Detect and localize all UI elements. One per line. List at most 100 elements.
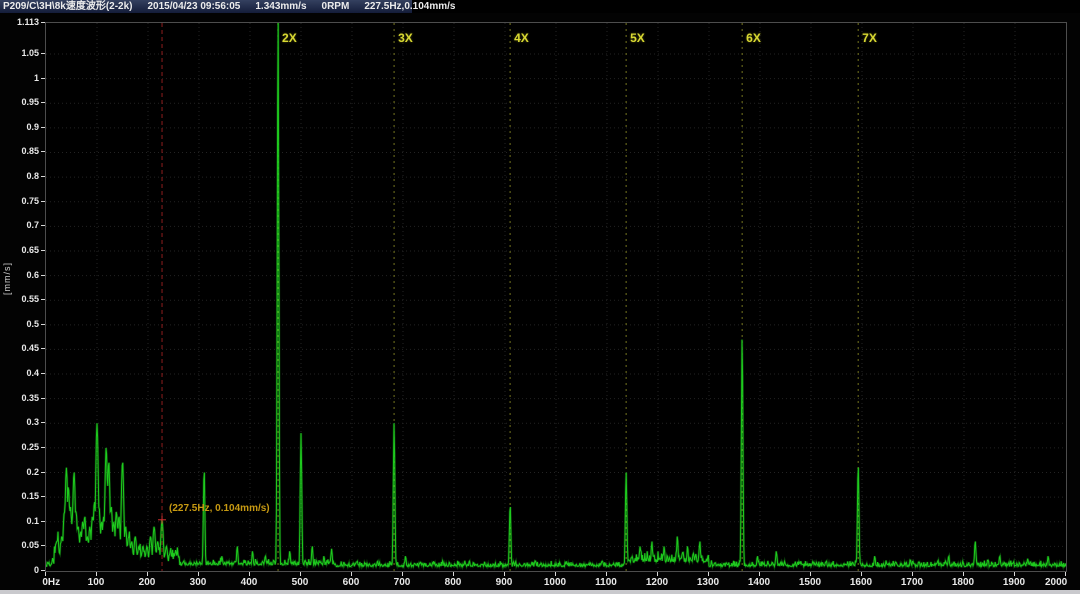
x-tick-mark: [555, 572, 556, 576]
x-tick-label: 1200: [646, 578, 668, 588]
x-tick-mark: [45, 572, 46, 576]
y-tick-mark: [41, 447, 45, 448]
y-tick-label: 1.113: [1, 18, 39, 27]
rpm-readout: 0RPM: [322, 0, 350, 13]
y-tick-mark: [41, 78, 45, 79]
x-tick-label: 1300: [697, 578, 719, 588]
spectrum-svg: [46, 23, 1066, 571]
y-tick-label: 0.55: [1, 295, 39, 304]
y-tick-label: 0.95: [1, 98, 39, 107]
y-tick-mark: [41, 373, 45, 374]
y-tick-mark: [41, 299, 45, 300]
y-tick-mark: [41, 496, 45, 497]
x-tick-label: 600: [343, 578, 360, 588]
x-tick-label: 1500: [799, 578, 821, 588]
y-tick-label: 0.3: [1, 418, 39, 427]
x-tick-mark: [606, 572, 607, 576]
x-tick-label: 1400: [748, 578, 770, 588]
x-tick-mark: [504, 572, 505, 576]
y-tick-label: 0.75: [1, 197, 39, 206]
timestamp: 2015/04/23 09:56:05: [148, 0, 241, 13]
cursor-annotation: (227.5Hz, 0.104mm/s): [169, 503, 270, 514]
y-tick-mark: [41, 102, 45, 103]
harmonic-label-4X: 4X: [514, 31, 529, 45]
y-tick-label: 0.35: [1, 394, 39, 403]
x-tick-mark: [351, 572, 352, 576]
y-tick-label: 0.85: [1, 147, 39, 156]
y-tick-label: 1.05: [1, 49, 39, 58]
x-tick-mark: [300, 572, 301, 576]
harmonic-label-3X: 3X: [398, 31, 413, 45]
x-tick-mark: [96, 572, 97, 576]
y-tick-label: 0.7: [1, 221, 39, 230]
x-tick-label: 2000: [1045, 578, 1067, 588]
x-tick-mark: [861, 572, 862, 576]
y-tick-mark: [41, 521, 45, 522]
y-tick-label: 0.9: [1, 123, 39, 132]
x-tick-label: 1900: [1003, 578, 1025, 588]
x-tick-mark: [759, 572, 760, 576]
x-tick-mark: [708, 572, 709, 576]
y-tick-mark: [41, 472, 45, 473]
x-tick-label: 1100: [595, 578, 617, 588]
x-tick-label: 400: [241, 578, 258, 588]
y-tick-mark: [41, 275, 45, 276]
x-tick-mark: [657, 572, 658, 576]
x-tick-label: 1700: [901, 578, 923, 588]
x-tick-mark: [912, 572, 913, 576]
harmonic-label-5X: 5X: [630, 31, 645, 45]
window-bottom-edge: [0, 590, 1080, 594]
x-tick-mark: [453, 572, 454, 576]
y-tick-label: 0.8: [1, 172, 39, 181]
status-bar: P209/C\3H\8k速度波形(2-2k) 2015/04/23 09:56:…: [0, 0, 1080, 13]
x-tick-mark: [198, 572, 199, 576]
y-tick-mark: [41, 201, 45, 202]
x-tick-label: 500: [292, 578, 309, 588]
x-tick-label: 300: [190, 578, 207, 588]
y-tick-label: 0.6: [1, 271, 39, 280]
y-tick-mark: [41, 570, 45, 571]
y-tick-label: 0.4: [1, 369, 39, 378]
status-strip: P209/C\3H\8k速度波形(2-2k) 2015/04/23 09:56:…: [0, 0, 412, 13]
x-tick-label: 1800: [952, 578, 974, 588]
harmonic-label-7X: 7X: [862, 31, 877, 45]
x-tick-label: 0Hz: [42, 578, 60, 588]
spectrum-plot-area[interactable]: 2X3X4X5X6X7X(227.5Hz, 0.104mm/s): [45, 22, 1067, 572]
x-tick-label: 1000: [544, 578, 566, 588]
y-tick-mark: [41, 127, 45, 128]
harmonic-label-6X: 6X: [746, 31, 761, 45]
spectrum-trace: [46, 23, 1066, 567]
x-tick-label: 100: [88, 578, 105, 588]
x-tick-label: 700: [394, 578, 411, 588]
y-tick-mark: [41, 545, 45, 546]
y-tick-label: 0.5: [1, 320, 39, 329]
y-tick-label: 1: [1, 74, 39, 83]
y-tick-mark: [41, 225, 45, 226]
y-tick-mark: [41, 250, 45, 251]
overall-level: 1.343mm/s: [255, 0, 306, 13]
y-tick-mark: [41, 22, 45, 23]
y-tick-label: 0.1: [1, 517, 39, 526]
x-tick-mark: [1065, 572, 1066, 576]
x-tick-label: 900: [496, 578, 513, 588]
x-tick-label: 800: [445, 578, 462, 588]
channel-title[interactable]: P209/C\3H\8k速度波形(2-2k): [3, 0, 133, 13]
x-tick-mark: [147, 572, 148, 576]
cursor-readout: 227.5Hz,0.104mm/s: [364, 0, 455, 13]
y-tick-label: 0.65: [1, 246, 39, 255]
x-tick-mark: [249, 572, 250, 576]
x-tick-mark: [1014, 572, 1015, 576]
analyzer-screen: P209/C\3H\8k速度波形(2-2k) 2015/04/23 09:56:…: [0, 0, 1080, 594]
y-tick-label: 0.45: [1, 344, 39, 353]
y-tick-mark: [41, 398, 45, 399]
y-tick-label: 0.15: [1, 492, 39, 501]
y-tick-label: 0.25: [1, 443, 39, 452]
y-tick-label: 0: [1, 566, 39, 575]
y-tick-mark: [41, 176, 45, 177]
y-tick-mark: [41, 422, 45, 423]
y-tick-mark: [41, 53, 45, 54]
y-tick-label: 0.2: [1, 468, 39, 477]
y-tick-mark: [41, 324, 45, 325]
x-tick-mark: [402, 572, 403, 576]
y-tick-label: 0.05: [1, 541, 39, 550]
